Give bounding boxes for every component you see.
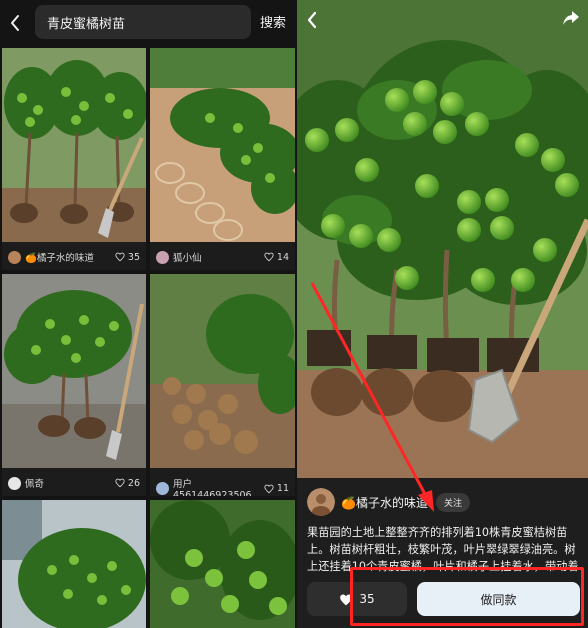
- avatar[interactable]: [307, 488, 335, 516]
- result-image: [150, 274, 295, 468]
- like-count-value: 35: [359, 592, 375, 606]
- like-count-value: 35: [127, 251, 140, 263]
- result-card[interactable]: 用户4561446923506 11: [150, 274, 295, 496]
- search-header: 青皮蜜橘树苗 搜索: [0, 0, 297, 45]
- result-author: 🍊橘子水的味道: [25, 253, 94, 264]
- share-icon: [563, 11, 579, 25]
- result-image: [150, 500, 295, 628]
- like-button[interactable]: 35: [307, 582, 407, 616]
- back-button[interactable]: [0, 0, 30, 45]
- result-card[interactable]: [2, 500, 146, 628]
- post-description: 果苗园的土地上整整齐齐的排列着10株青皮蜜桔树苗上。树苗树杆粗壮，枝繁叶茂，叶片…: [307, 526, 579, 573]
- like-count-value: 11: [276, 483, 289, 494]
- result-meta: 狐小仙 14: [156, 250, 289, 264]
- post-detail-panel: 🍊橘子水的味道 关注 果苗园的土地上整整齐齐的排列着10株青皮蜜桔树苗上。树苗树…: [297, 0, 588, 628]
- share-button[interactable]: [562, 10, 580, 30]
- result-meta: 🍊橘子水的味道 35: [8, 250, 140, 264]
- result-author: 佩奇: [25, 479, 45, 490]
- chevron-left-icon: [11, 14, 19, 31]
- chevron-left-icon: [307, 11, 317, 29]
- result-meta: 佩奇 26: [8, 476, 140, 490]
- author-name[interactable]: 🍊橘子水的味道: [341, 494, 428, 511]
- result-image: [2, 274, 146, 468]
- result-meta: 用户4561446923506 11: [156, 476, 289, 496]
- search-input[interactable]: 青皮蜜橘树苗: [35, 5, 251, 39]
- like-count[interactable]: 11: [264, 483, 289, 494]
- like-count[interactable]: 14: [264, 252, 289, 263]
- follow-button[interactable]: 关注: [435, 492, 470, 512]
- heart-icon: [264, 484, 274, 493]
- author-row: 🍊橘子水的味道 关注: [307, 488, 577, 516]
- result-card[interactable]: 佩奇 26: [2, 274, 146, 496]
- result-author: 用户4561446923506: [173, 479, 252, 496]
- result-image: [150, 48, 295, 242]
- result-card[interactable]: 狐小仙 14: [150, 48, 295, 270]
- result-card[interactable]: [150, 500, 295, 628]
- like-count[interactable]: 35: [115, 252, 140, 263]
- result-author: 狐小仙: [173, 253, 202, 264]
- heart-icon: [115, 478, 125, 488]
- search-button[interactable]: 搜索: [260, 12, 286, 31]
- bottom-action-bar: 35 做同款: [297, 574, 588, 628]
- heart-icon: [340, 594, 353, 605]
- search-query: 青皮蜜橘树苗: [47, 16, 126, 32]
- search-results-panel: 青皮蜜橘树苗 搜索 🍊橘子水的味道 35 狐小仙 14 佩奇 26 用户4561…: [0, 0, 297, 628]
- like-count-value: 26: [127, 477, 140, 489]
- avatar: [156, 250, 169, 264]
- like-count[interactable]: 26: [115, 478, 140, 489]
- like-count-value: 14: [276, 251, 289, 263]
- avatar: [8, 250, 21, 264]
- heart-icon: [264, 252, 274, 262]
- avatar: [8, 476, 21, 490]
- heart-icon: [115, 252, 125, 262]
- result-image: [2, 500, 146, 628]
- post-image: [297, 0, 588, 478]
- back-button[interactable]: [305, 10, 319, 34]
- result-image: [2, 48, 146, 242]
- avatar: [156, 482, 169, 495]
- make-same-button[interactable]: 做同款: [417, 582, 580, 616]
- result-card[interactable]: 🍊橘子水的味道 35: [2, 48, 146, 270]
